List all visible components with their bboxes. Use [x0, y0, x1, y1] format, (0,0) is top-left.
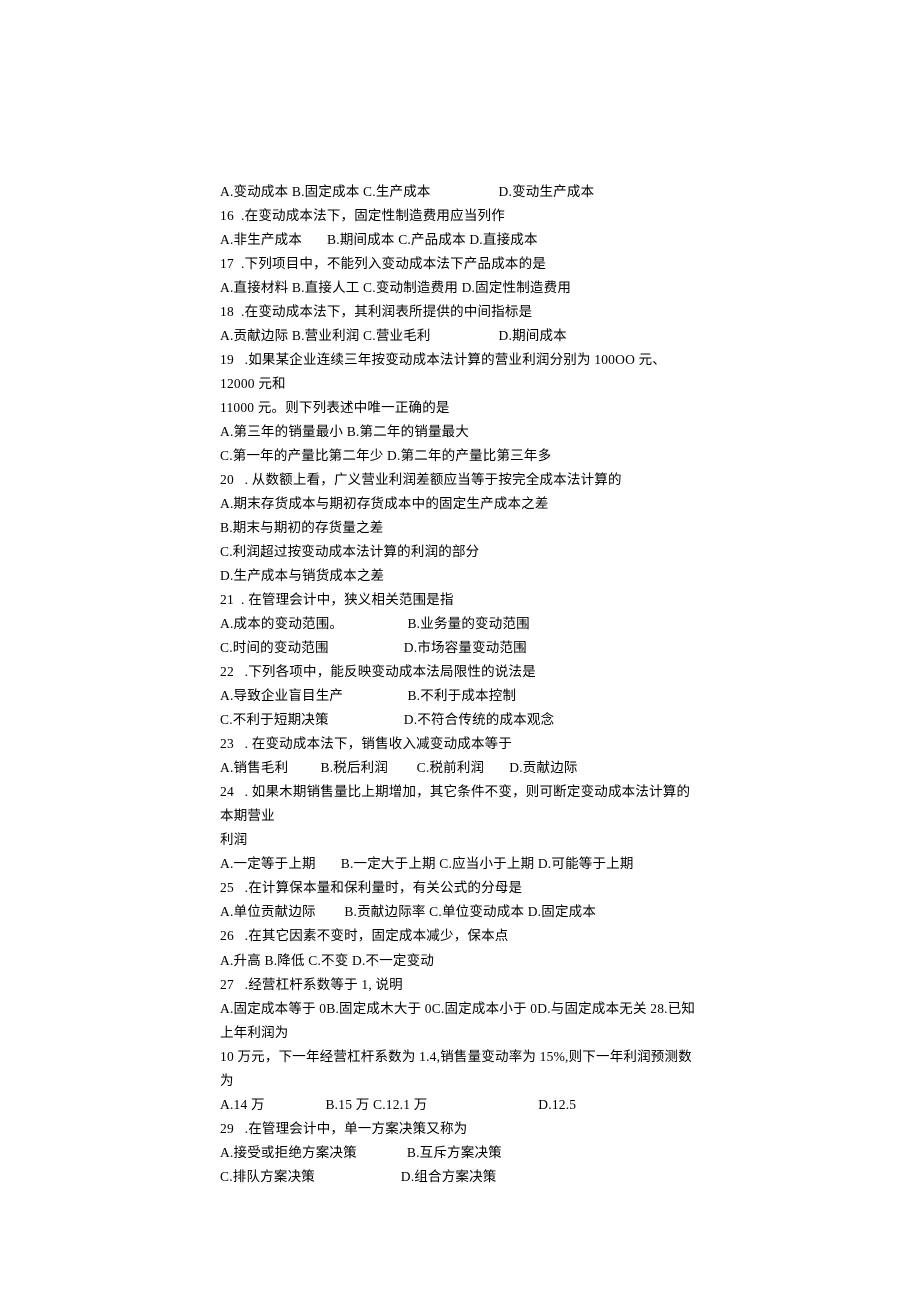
line-9: A.第三年的销量最小 B.第二年的销量最大	[220, 420, 700, 444]
line-22: 23 . 在变动成本法下，销售收入减变动成本等于	[220, 732, 700, 756]
line-7: 19 .如果某企业连续三年按变动成本法计算的营业利润分别为 100OO 元、12…	[220, 348, 700, 396]
line-36: A.接受或拒绝方案决策 B.互斥方案决策	[220, 1141, 700, 1165]
line-35: 29 .在管理会计中，单一方案决策又称为	[220, 1117, 700, 1141]
line-14: C.利润超过按变动成本法计算的利润的部分	[220, 540, 700, 564]
line-1: 16 .在变动成本法下，固定性制造费用应当列作	[220, 204, 700, 228]
line-12: A.期末存货成本与期初存货成本中的固定生产成本之差	[220, 492, 700, 516]
line-29: 26 .在其它因素不变时，固定成本减少，保本点	[220, 924, 700, 948]
line-4: A.直接材料 B.直接人工 C.变动制造费用 D.固定性制造费用	[220, 276, 700, 300]
line-6: A.贡献边际 B.营业利润 C.营业毛利 D.期间成本	[220, 324, 700, 348]
line-2: A.非生产成本 B.期间成本 C.产品成本 D.直接成本	[220, 228, 700, 252]
exam-page: A.变动成本 B.固定成本 C.生产成本 D.变动生产成本 16 .在变动成本法…	[0, 0, 920, 1301]
line-16: 21 . 在管理会计中，狭义相关范围是指	[220, 588, 700, 612]
line-0: A.变动成本 B.固定成本 C.生产成本 D.变动生产成本	[220, 180, 700, 204]
line-23: A.销售毛利 B.税后利润 C.税前利润 D.贡献边际	[220, 756, 700, 780]
line-30: A.升高 B.降低 C.不变 D.不一定变动	[220, 949, 700, 973]
line-25: 利润	[220, 828, 700, 852]
line-33: 10 万元，下一年经营杠杆系数为 1.4,销售量变动率为 15%,则下一年利润预…	[220, 1045, 700, 1093]
line-20: A.导致企业盲目生产 B.不利于成本控制	[220, 684, 700, 708]
line-17: A.成本的变动范围。 B.业务量的变动范围	[220, 612, 700, 636]
line-18: C.时间的变动范围 D.市场容量变动范围	[220, 636, 700, 660]
line-21: C.不利于短期决策 D.不符合传统的成本观念	[220, 708, 700, 732]
line-31: 27 .经营杠杆系数等于 1, 说明	[220, 973, 700, 997]
line-28: A.单位贡献边际 B.贡献边际率 C.单位变动成本 D.固定成本	[220, 900, 700, 924]
line-5: 18 .在变动成本法下，其利润表所提供的中间指标是	[220, 300, 700, 324]
line-37: C.排队方案决策 D.组合方案决策	[220, 1165, 700, 1189]
line-3: 17 .下列项目中，不能列入变动成本法下产品成本的是	[220, 252, 700, 276]
line-10: C.第一年的产量比第二年少 D.第二年的产量比第三年多	[220, 444, 700, 468]
line-11: 20 . 从数额上看，广义营业利润差额应当等于按完全成本法计算的	[220, 468, 700, 492]
line-32: A.固定成本等于 0B.固定成木大于 0C.固定成本小于 0D.与固定成本无关 …	[220, 997, 700, 1045]
line-27: 25 .在计算保本量和保利量时，有关公式的分母是	[220, 876, 700, 900]
line-34: A.14 万 B.15 万 C.12.1 万 D.12.5	[220, 1093, 700, 1117]
line-24: 24 . 如果木期销售量比上期增加，其它条件不变，则可断定变动成本法计算的本期营…	[220, 780, 700, 828]
line-15: D.生产成本与销货成本之差	[220, 564, 700, 588]
line-13: B.期末与期初的存货量之差	[220, 516, 700, 540]
line-8: 11000 元。则下列表述中唯一正确的是	[220, 396, 700, 420]
line-26: A.一定等于上期 B.一定大于上期 C.应当小于上期 D.可能等于上期	[220, 852, 700, 876]
line-19: 22 .下列各项中，能反映变动成本法局限性的说法是	[220, 660, 700, 684]
